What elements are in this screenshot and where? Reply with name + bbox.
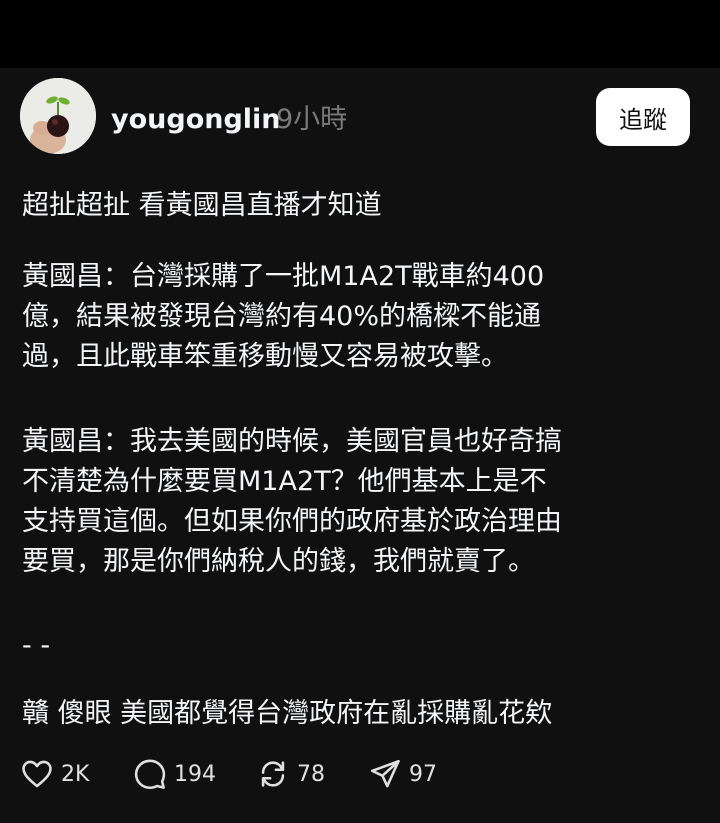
- paragraph-line: 贛 傻眼 美國都覺得台灣政府在亂採購亂花欸: [22, 698, 553, 729]
- reply-button[interactable]: 194: [133, 756, 216, 792]
- timestamp: 9小時: [276, 104, 348, 135]
- paragraph-line: 黃國昌：我去美國的時候，美國官員也好奇搞: [22, 426, 562, 457]
- heart-icon: [22, 760, 52, 788]
- like-button[interactable]: 2K: [20, 756, 89, 792]
- follow-button[interactable]: 追蹤: [596, 88, 690, 146]
- avatar-photo-icon: [20, 78, 96, 154]
- reply-count: 194: [174, 761, 216, 787]
- paragraph-3: 黃國昌：我去美國的時候，美國官員也好奇搞 不清楚為什麼要買M1A2T？他們基本上…: [22, 422, 562, 582]
- paragraph-line: 黃國昌：台灣採購了一批M1A2T戰車約400: [22, 261, 545, 292]
- paragraph-2: 黃國昌：台灣採購了一批M1A2T戰車約400 億，結果被發現台灣約有40%的橋樑…: [22, 257, 544, 377]
- paragraph-line: 超扯超扯 看黃國昌直播才知道: [22, 190, 382, 221]
- paper-plane-icon: [370, 759, 400, 788]
- username-link[interactable]: yougonglin: [111, 103, 281, 137]
- like-count: 2K: [61, 761, 90, 787]
- share-button[interactable]: 97: [368, 756, 437, 792]
- avatar[interactable]: [20, 78, 96, 154]
- repost-button[interactable]: 78: [256, 756, 325, 792]
- repost-count: 78: [297, 761, 325, 787]
- share-count: 97: [409, 761, 437, 787]
- repost-icon: [261, 761, 285, 787]
- paragraph-line: 支持買這個。但如果你們的政府基於政治理由: [22, 506, 562, 537]
- post-card: yougonglin 9小時 追蹤 超扯超扯 看黃國昌直播才知道 黃國昌：台灣採…: [0, 68, 720, 823]
- paragraph-line: 億，結果被發現台灣約有40%的橋樑不能通: [22, 301, 542, 332]
- paragraph-line: 要買，那是你們納稅人的錢，我們就賣了。: [22, 546, 535, 577]
- speech-bubble-icon: [134, 759, 166, 790]
- paragraph-line: 過，且此戰車笨重移動慢又容易被攻擊。: [22, 341, 508, 372]
- paragraph-4: - -: [22, 626, 50, 666]
- paragraph-1: 超扯超扯 看黃國昌直播才知道: [22, 186, 382, 226]
- paragraph-line: - -: [22, 630, 51, 661]
- paragraph-5: 贛 傻眼 美國都覺得台灣政府在亂採購亂花欸: [22, 694, 552, 734]
- paragraph-line: 不清楚為什麼要買M1A2T？他們基本上是不: [22, 466, 547, 497]
